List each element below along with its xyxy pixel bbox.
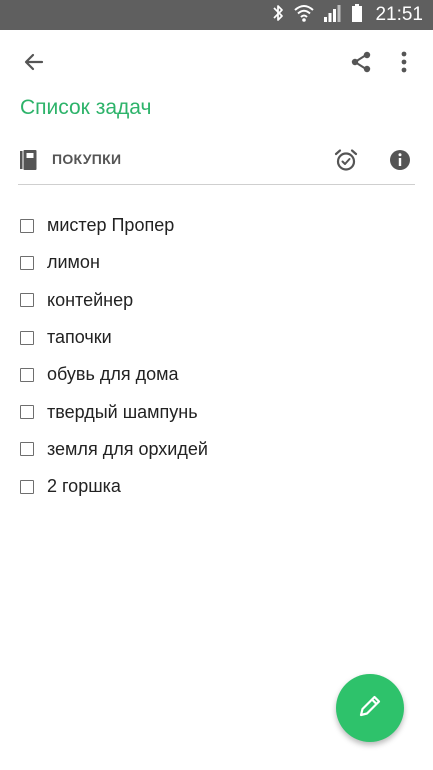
more-vert-icon [400,50,408,79]
info-button[interactable] [388,148,414,174]
task-checkbox[interactable] [20,405,34,420]
share-button[interactable] [341,46,381,82]
task-item: земля для орхидей [20,431,415,468]
task-text[interactable]: тапочки [47,327,112,348]
status-time: 21:51 [375,4,423,25]
task-checkbox[interactable] [20,330,34,345]
task-item: контейнер [20,282,415,319]
status-icons: 21:51 [271,0,423,30]
status-bar: 21:51 [0,0,433,30]
task-item: 2 горшка [20,468,415,505]
share-icon [349,50,373,79]
wifi-icon [293,3,315,28]
task-item: обувь для дома [20,356,415,393]
task-text[interactable]: 2 горшка [47,476,121,497]
category-label[interactable]: ПОКУПКИ [52,151,121,167]
task-item: твердый шампунь [20,393,415,430]
task-checkbox[interactable] [20,218,34,233]
task-text[interactable]: контейнер [47,290,133,311]
task-item: мистер Пропер [20,207,415,244]
bluetooth-icon [271,3,285,28]
task-list: мистер Пропер лимон контейнер тапочки об… [20,207,415,505]
task-checkbox[interactable] [20,367,34,382]
arrow-back-icon [22,50,46,79]
task-checkbox[interactable] [20,293,34,308]
alarm-button[interactable] [334,148,360,174]
divider [18,184,415,185]
notebook-icon [18,149,38,176]
task-checkbox[interactable] [20,442,34,457]
task-text[interactable]: мистер Пропер [47,215,174,236]
alarm-icon [334,149,358,176]
more-options-button[interactable] [388,46,420,82]
toolbar [0,30,433,98]
task-text[interactable]: обувь для дома [47,364,179,385]
task-item: лимон [20,244,415,281]
screen: 21:51 Список задач ПОКУПКИ мистер Пропер… [0,0,433,770]
battery-icon [351,3,363,28]
task-item: тапочки [20,319,415,356]
back-button[interactable] [14,46,54,82]
task-text[interactable]: земля для орхидей [47,439,208,460]
task-checkbox[interactable] [20,479,34,494]
pencil-icon [357,693,383,724]
task-text[interactable]: лимон [47,252,100,273]
category-row: ПОКУПКИ [18,144,415,178]
info-icon [388,150,412,176]
task-checkbox[interactable] [20,255,34,270]
note-title[interactable]: Список задач [20,96,151,120]
task-text[interactable]: твердый шампунь [47,402,198,423]
edit-fab-button[interactable] [336,674,404,742]
signal-icon [323,3,343,28]
